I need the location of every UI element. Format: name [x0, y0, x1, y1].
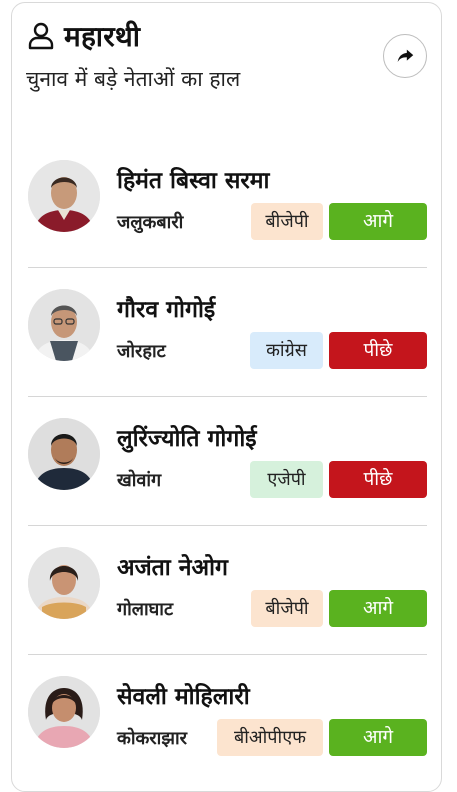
candidate-constituency: खोवांग: [117, 470, 162, 491]
candidate-name: हिमंत बिस्वा सरमा: [117, 168, 270, 194]
candidate-constituency: जलुकबारी: [117, 212, 184, 233]
candidate-constituency: जोरहाट: [117, 341, 166, 362]
status-badge-trail: पीछे: [329, 461, 427, 498]
status-badge-lead: आगे: [329, 590, 427, 627]
party-badge: कांग्रेस: [250, 332, 323, 369]
status-badge-lead: आगे: [329, 203, 427, 240]
card-header: महारथी चुनाव में बड़े नेताओं का हाल: [26, 17, 427, 97]
candidate-avatar: [28, 547, 100, 619]
candidate-name: सेवली मोहिलारी: [117, 684, 250, 710]
party-badge: बीजेपी: [251, 203, 323, 240]
person-icon: [26, 21, 56, 51]
status-badge-lead: आगे: [329, 719, 427, 756]
card-subtitle: चुनाव में बड़े नेताओं का हाल: [26, 67, 241, 91]
party-badge: बीजेपी: [251, 590, 323, 627]
candidate-row[interactable]: सेवली मोहिलारी कोकराझार बीओपीएफ आगे: [28, 654, 427, 783]
candidate-avatar: [28, 676, 100, 748]
candidate-row[interactable]: लुरिंज्योति गोगोई खोवांग एजेपी पीछे: [28, 396, 427, 525]
candidate-list: हिमंत बिस्वा सरमा जलुकबारी बीजेपी आगे गौ…: [28, 139, 427, 783]
candidate-row[interactable]: हिमंत बिस्वा सरमा जलुकबारी बीजेपी आगे: [28, 139, 427, 267]
candidate-row[interactable]: गौरव गोगोई जोरहाट कांग्रेस पीछे: [28, 267, 427, 396]
candidate-name: अजंता नेओग: [117, 555, 228, 581]
title-row: महारथी: [26, 17, 427, 55]
candidate-avatar: [28, 160, 100, 232]
candidate-constituency: गोलाघाट: [117, 599, 174, 620]
party-badge: एजेपी: [250, 461, 323, 498]
candidate-row[interactable]: अजंता नेओग गोलाघाट बीजेपी आगे: [28, 525, 427, 654]
candidate-constituency: कोकराझार: [117, 728, 187, 749]
candidate-avatar: [28, 289, 100, 361]
candidate-avatar: [28, 418, 100, 490]
leaders-card: महारथी चुनाव में बड़े नेताओं का हाल हिमं…: [11, 2, 442, 792]
candidate-name: गौरव गोगोई: [117, 297, 216, 323]
share-arrow-icon: [397, 49, 414, 63]
party-badge: बीओपीएफ: [217, 719, 323, 756]
card-title: महारथी: [64, 20, 141, 53]
share-button[interactable]: [383, 34, 427, 78]
status-badge-trail: पीछे: [329, 332, 427, 369]
candidate-name: लुरिंज्योति गोगोई: [117, 426, 257, 452]
